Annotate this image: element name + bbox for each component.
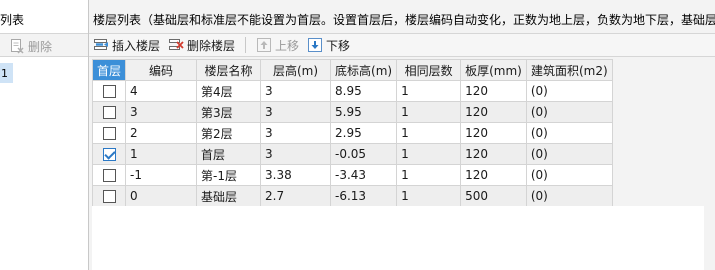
floor-list-title: 楼层列表（基础层和标准层不能设置为首层。设置首层后，楼层编码自动变化，正数为地上… [93, 13, 715, 27]
area-cell[interactable]: (0) [525, 164, 613, 186]
first-floor-checkbox[interactable] [102, 169, 116, 182]
move-up-label: 上移 [275, 38, 300, 53]
name-cell[interactable]: 第2层 [196, 122, 262, 144]
left-pane-title: 列表 [0, 13, 25, 27]
first-floor-checkbox[interactable] [102, 127, 116, 140]
bottom-elev-cell[interactable]: -3.43 [330, 164, 398, 186]
bottom-elev-cell[interactable]: 8.95 [330, 80, 398, 102]
floor-list-pane: 楼层列表（基础层和标准层不能设置为首层。设置首层后，楼层编码自动变化，正数为地上… [89, 0, 715, 270]
col-header-name[interactable]: 楼层名称 [196, 59, 262, 81]
table-row[interactable]: 0 基础层 2.7 -6.13 1 500 (0) [91, 185, 613, 207]
arrow-up-icon [257, 38, 272, 52]
area-cell[interactable]: (0) [525, 80, 613, 102]
insert-rows-icon [94, 39, 108, 50]
col-header-first-floor[interactable]: 首层 [91, 59, 127, 81]
code-cell[interactable]: 2 [125, 122, 198, 144]
first-floor-cell[interactable] [91, 143, 127, 165]
delete-rows-icon [169, 39, 184, 50]
code-cell[interactable]: 0 [125, 185, 198, 207]
bottom-elev-cell[interactable]: 5.95 [330, 101, 398, 123]
table-empty-area [92, 206, 704, 270]
left-toolbar: 删除 [0, 33, 88, 57]
table-row[interactable]: 2 第2层 3 2.95 1 120 (0) [91, 122, 613, 144]
slab-cell[interactable]: 500 [460, 185, 527, 207]
first-floor-cell[interactable] [91, 101, 127, 123]
first-floor-checkbox-checked[interactable] [102, 148, 116, 161]
height-cell[interactable]: 2.7 [260, 185, 332, 207]
first-floor-cell[interactable] [91, 164, 127, 186]
tree-item-selected[interactable]: 1 [0, 63, 13, 83]
col-header-slab[interactable]: 板厚(mm) [460, 59, 527, 81]
area-cell[interactable]: (0) [525, 122, 613, 144]
same-count-cell[interactable]: 1 [396, 164, 462, 186]
arrow-down-icon [308, 38, 323, 52]
move-up-button[interactable]: 上移 [252, 35, 303, 55]
area-cell[interactable]: (0) [525, 143, 613, 165]
first-floor-cell[interactable] [91, 80, 127, 102]
floor-table: 首层 编码 楼层名称 层高(m) 底标高(m) 相同层数 板厚(mm) 建筑面积… [91, 59, 613, 207]
same-count-cell[interactable]: 1 [396, 185, 462, 207]
code-cell[interactable]: 1 [125, 143, 198, 165]
bottom-elev-cell[interactable]: 2.95 [330, 122, 398, 144]
code-cell[interactable]: -1 [125, 164, 198, 186]
toolbar-separator [245, 37, 247, 53]
same-count-cell[interactable]: 1 [396, 101, 462, 123]
area-cell[interactable]: (0) [525, 101, 613, 123]
left-delete-button[interactable]: 删除 [9, 37, 52, 55]
slab-cell[interactable]: 120 [460, 164, 527, 186]
first-floor-cell[interactable] [91, 185, 127, 207]
table-row[interactable]: 1 首层 3 -0.05 1 120 (0) [91, 143, 613, 165]
move-down-button[interactable]: 下移 [303, 35, 354, 55]
left-delete-label: 删除 [28, 39, 53, 54]
height-cell[interactable]: 3.38 [260, 164, 332, 186]
bottom-elev-cell[interactable]: -6.13 [330, 185, 398, 207]
insert-floor-label: 插入楼层 [112, 38, 161, 53]
floor-tree-pane: 列表 删除 1 [0, 0, 89, 270]
tree-item-label: 1 [1, 66, 8, 80]
slab-cell[interactable]: 120 [460, 101, 527, 123]
height-cell[interactable]: 3 [260, 143, 332, 165]
height-cell[interactable]: 3 [260, 101, 332, 123]
col-header-area[interactable]: 建筑面积(m2) [525, 59, 613, 81]
col-header-bottom-elev[interactable]: 底标高(m) [330, 59, 398, 81]
first-floor-checkbox[interactable] [102, 190, 116, 203]
slab-cell[interactable]: 120 [460, 143, 527, 165]
delete-doc-icon [11, 39, 24, 54]
delete-floor-label: 删除楼层 [187, 38, 236, 53]
insert-floor-button[interactable]: 插入楼层 [89, 35, 164, 55]
name-cell[interactable]: 第4层 [196, 80, 262, 102]
height-cell[interactable]: 3 [260, 122, 332, 144]
first-floor-checkbox[interactable] [102, 85, 116, 98]
delete-floor-button[interactable]: 删除楼层 [164, 35, 239, 55]
name-cell[interactable]: 基础层 [196, 185, 262, 207]
table-header-row: 首层 编码 楼层名称 层高(m) 底标高(m) 相同层数 板厚(mm) 建筑面积… [91, 59, 613, 81]
table-row[interactable]: 4 第4层 3 8.95 1 120 (0) [91, 80, 613, 102]
bottom-elev-cell[interactable]: -0.05 [330, 143, 398, 165]
area-cell[interactable]: (0) [525, 185, 613, 207]
col-header-height[interactable]: 层高(m) [260, 59, 332, 81]
slab-cell[interactable]: 120 [460, 122, 527, 144]
name-cell[interactable]: 第3层 [196, 101, 262, 123]
code-cell[interactable]: 3 [125, 101, 198, 123]
floor-toolbar: 插入楼层 删除楼层 上移 下移 [89, 33, 715, 57]
table-row[interactable]: 3 第3层 3 5.95 1 120 (0) [91, 101, 613, 123]
code-cell[interactable]: 4 [125, 80, 198, 102]
same-count-cell[interactable]: 1 [396, 143, 462, 165]
table-row[interactable]: -1 第-1层 3.38 -3.43 1 120 (0) [91, 164, 613, 186]
col-header-same-count[interactable]: 相同层数 [396, 59, 462, 81]
first-floor-checkbox[interactable] [102, 106, 116, 119]
move-down-label: 下移 [326, 38, 351, 53]
same-count-cell[interactable]: 1 [396, 80, 462, 102]
same-count-cell[interactable]: 1 [396, 122, 462, 144]
col-header-code[interactable]: 编码 [125, 59, 198, 81]
first-floor-cell[interactable] [91, 122, 127, 144]
slab-cell[interactable]: 120 [460, 80, 527, 102]
name-cell[interactable]: 第-1层 [196, 164, 262, 186]
name-cell[interactable]: 首层 [196, 143, 262, 165]
height-cell[interactable]: 3 [260, 80, 332, 102]
